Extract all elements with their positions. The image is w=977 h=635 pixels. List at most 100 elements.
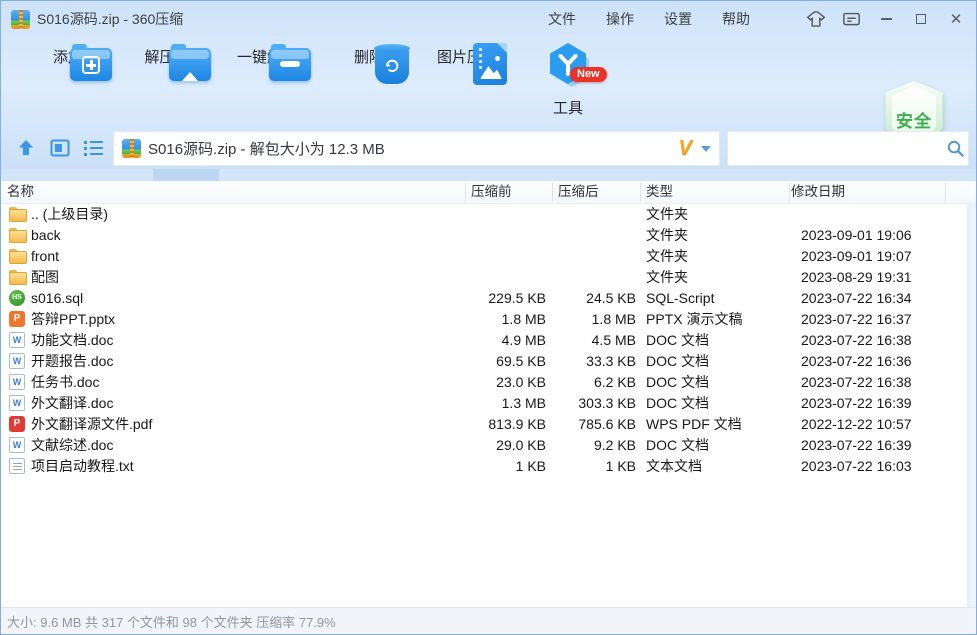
file-name: 开题报告.doc [31, 353, 114, 369]
search-box [727, 131, 969, 166]
menu-settings[interactable]: 设置 [649, 9, 707, 29]
file-type: DOC 文档 [646, 353, 709, 369]
file-name: 答辩PPT.pptx [31, 311, 116, 327]
table-row[interactable]: back 文件夹 2023-09-01 19:06 [1, 225, 976, 246]
file-size-after: 4.5 MB [591, 332, 636, 348]
table-row[interactable]: 项目启动教程.txt 1 KB 1 KB 文本文档 2023-07-22 16:… [1, 456, 976, 477]
address-row: S016源码.zip - 解包大小为 12.3 MB V [1, 131, 976, 167]
view-mode-icon[interactable] [47, 135, 73, 161]
search-icon[interactable] [942, 136, 968, 162]
app-window: S016源码.zip - 360压缩 文件 操作 设置 帮助 ✕ 添加 解压到 … [0, 0, 977, 635]
address-bar[interactable]: S016源码.zip - 解包大小为 12.3 MB V [113, 131, 720, 166]
file-name: 文献综述.doc [31, 437, 114, 453]
file-date: 2023-07-22 16:39 [801, 395, 912, 411]
status-text: 大小: 9.6 MB 共 317 个文件和 98 个文件夹 压缩率 77.9% [7, 614, 336, 630]
column-name[interactable]: 名称 [7, 181, 34, 203]
file-name: 项目启动教程.txt [31, 458, 134, 474]
table-row[interactable]: 功能文档.doc 4.9 MB 4.5 MB DOC 文档 2023-07-22… [1, 330, 976, 351]
column-size-after[interactable]: 压缩后 [558, 181, 599, 203]
extract-to-button[interactable]: 解压到 [121, 41, 213, 81]
column-date[interactable]: 修改日期 [791, 181, 845, 203]
file-name: 外文翻译.doc [31, 395, 114, 411]
table-row[interactable]: 答辩PPT.pptx 1.8 MB 1.8 MB PPTX 演示文稿 2023-… [1, 309, 976, 330]
file-date: 2023-07-22 16:38 [801, 374, 912, 390]
list-view-icon[interactable] [81, 135, 107, 161]
file-type: WPS PDF 文档 [646, 416, 742, 432]
file-date: 2022-12-22 10:57 [801, 416, 912, 432]
file-size-after: 9.2 KB [593, 437, 636, 453]
table-row[interactable]: .. (上级目录) 文件夹 [1, 204, 976, 225]
file-icon [9, 206, 27, 222]
table-row[interactable]: 配图 文件夹 2023-08-29 19:31 [1, 267, 976, 288]
table-row[interactable]: front 文件夹 2023-09-01 19:07 [1, 246, 976, 267]
file-icon [9, 248, 27, 264]
toolbar: 添加 解压到 一键解压 删除 图片压缩 New 工具 安全 [1, 39, 976, 157]
vip-v-icon[interactable]: V [679, 137, 692, 160]
file-rows: .. (上级目录) 文件夹 back 文件夹 2023-09-01 19:06 … [1, 204, 976, 477]
skin-theme-icon[interactable] [802, 6, 830, 32]
file-size-after: 785.6 KB [578, 416, 636, 432]
file-icon [9, 416, 25, 432]
vertical-scrollbar[interactable] [967, 204, 976, 607]
file-type: DOC 文档 [646, 395, 709, 411]
window-title: S016源码.zip - 360压缩 [37, 11, 184, 27]
file-size-after: 1.8 MB [591, 311, 636, 327]
file-type: DOC 文档 [646, 332, 709, 348]
one-click-extract-button[interactable]: 一键解压 [221, 41, 313, 81]
title-group: S016源码.zip - 360压缩 [11, 1, 183, 37]
chevron-down-icon[interactable] [701, 145, 711, 152]
add-button[interactable]: 添加 [22, 41, 114, 81]
file-date: 2023-07-22 16:36 [801, 353, 912, 369]
up-directory-icon[interactable] [13, 135, 39, 161]
tools-label: 工具 [552, 100, 583, 117]
menu-file[interactable]: 文件 [533, 9, 591, 29]
file-icon [9, 269, 27, 285]
file-date: 2023-07-22 16:39 [801, 437, 912, 453]
status-bar: 大小: 9.6 MB 共 317 个文件和 98 个文件夹 压缩率 77.9% [1, 607, 976, 634]
column-header-row: 名称 压缩前 压缩后 类型 修改日期 [1, 181, 976, 204]
table-row[interactable]: 外文翻译源文件.pdf 813.9 KB 785.6 KB WPS PDF 文档… [1, 414, 976, 435]
table-row[interactable]: 外文翻译.doc 1.3 MB 303.3 KB DOC 文档 2023-07-… [1, 393, 976, 414]
file-type: 文件夹 [646, 227, 688, 243]
minimize-button[interactable] [872, 6, 900, 32]
menu-help[interactable]: 帮助 [707, 9, 765, 29]
file-icon [9, 353, 25, 369]
search-input[interactable] [728, 132, 942, 165]
file-name: .. (上级目录) [31, 206, 108, 222]
tools-button[interactable]: New 工具 [522, 41, 614, 118]
file-icon [9, 374, 25, 390]
menu-actions[interactable]: 操作 [591, 9, 649, 29]
file-type: PPTX 演示文稿 [646, 311, 743, 327]
menu-bar: 文件 操作 设置 帮助 [533, 1, 765, 37]
file-type: DOC 文档 [646, 437, 709, 453]
file-type: 文件夹 [646, 248, 688, 264]
column-type[interactable]: 类型 [646, 181, 673, 203]
tools-cube-icon: New [545, 43, 607, 91]
table-row[interactable]: 开题报告.doc 69.5 KB 33.3 KB DOC 文档 2023-07-… [1, 351, 976, 372]
table-row[interactable]: 任务书.doc 23.0 KB 6.2 KB DOC 文档 2023-07-22… [1, 372, 976, 393]
file-type: DOC 文档 [646, 374, 709, 390]
delete-button[interactable]: 删除 [323, 41, 415, 84]
table-row[interactable]: 文献综述.doc 29.0 KB 9.2 KB DOC 文档 2023-07-2… [1, 435, 976, 456]
titlebar-controls: ✕ [802, 1, 970, 37]
file-list: 名称 压缩前 压缩后 类型 修改日期 .. (上级目录) 文件夹 back 文件… [1, 181, 976, 607]
file-name: 任务书.doc [31, 374, 100, 390]
zip-file-icon [11, 9, 30, 29]
archive-icon [122, 139, 141, 158]
image-compress-button[interactable]: 图片压缩 [421, 41, 513, 85]
file-name: front [31, 248, 60, 264]
file-type: 文件夹 [646, 206, 688, 222]
horizontal-scrollbar-thumb[interactable] [153, 169, 219, 181]
horizontal-scrollbar[interactable] [1, 169, 976, 181]
maximize-button[interactable] [907, 6, 935, 32]
close-button[interactable]: ✕ [942, 6, 970, 32]
file-date: 2023-08-29 19:31 [801, 269, 912, 285]
file-type: 文件夹 [646, 269, 688, 285]
archive-path: S016源码.zip - 解包大小为 12.3 MB [148, 141, 385, 158]
feedback-icon[interactable] [837, 6, 865, 32]
column-size-before[interactable]: 压缩前 [471, 181, 512, 203]
file-size-after: 1 KB [605, 458, 636, 474]
window-chrome: S016源码.zip - 360压缩 文件 操作 设置 帮助 ✕ 添加 解压到 … [1, 1, 976, 181]
file-icon [9, 290, 25, 306]
table-row[interactable]: s016.sql 229.5 KB 24.5 KB SQL-Script 202… [1, 288, 976, 309]
